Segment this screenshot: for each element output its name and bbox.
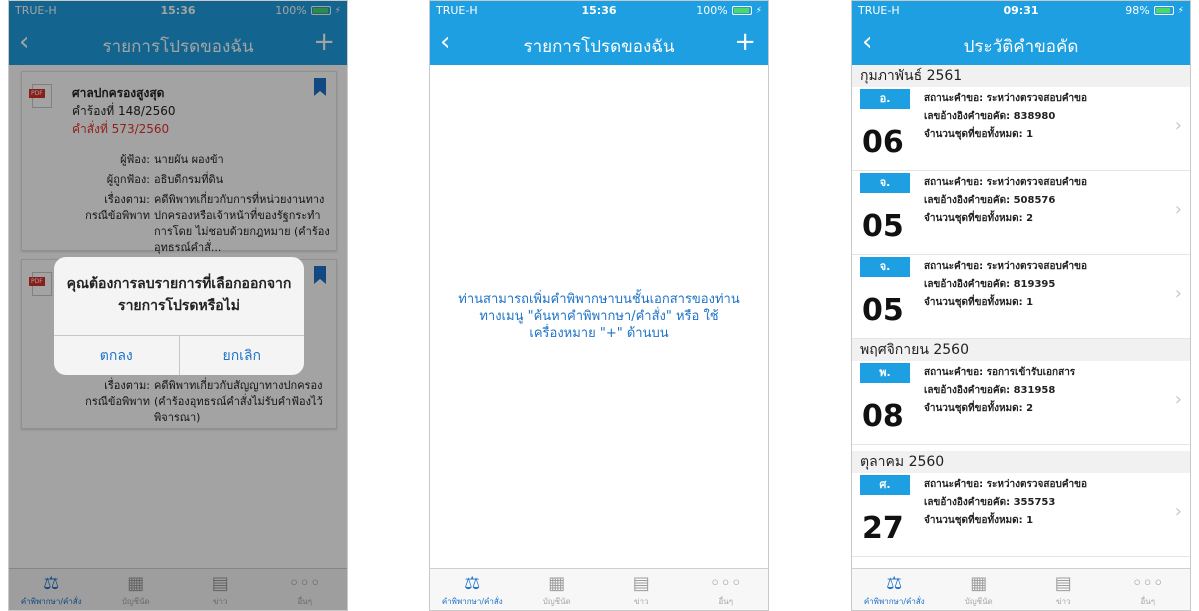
status-bar: TRUE-H 09:31 98% ⚡ [852, 1, 1190, 21]
request-sets: จำนวนชุดที่ขอทั้งหมด: 1 [924, 515, 1034, 526]
request-sets: จำนวนชุดที่ขอทั้งหมด: 1 [924, 129, 1034, 140]
battery-percent: 100% [696, 4, 728, 17]
confirm-delete-dialog: คุณต้องการลบรายการที่เลือกออกจากรายการโป… [54, 257, 304, 375]
gavel-icon: ⚖ [464, 573, 481, 594]
back-button[interactable]: ‹ [862, 27, 872, 57]
request-reference: เลขอ้างอิงคำขอคัด: 355753 [924, 497, 1056, 508]
weekday-badge: จ. [860, 173, 910, 193]
weekday-badge: จ. [860, 257, 910, 277]
chevron-right-icon: › [1174, 283, 1182, 304]
add-button[interactable]: + [734, 27, 756, 57]
status-bar: TRUE-H 15:36 100% ⚡ [430, 1, 768, 21]
weekday-badge: ศ. [860, 475, 910, 495]
back-button[interactable]: ‹ [440, 27, 450, 57]
request-reference: เลขอ้างอิงคำขอคัด: 508576 [924, 195, 1056, 206]
ok-button[interactable]: ตกลง [54, 336, 179, 375]
tab-judgments[interactable]: ⚖ คำพิพากษา/คำสั่ง [430, 569, 515, 610]
tab-more[interactable]: ◦◦◦ อื่นๆ [1106, 569, 1191, 610]
battery-indicator: 98% ⚡ [1125, 4, 1184, 17]
battery-icon [1153, 6, 1174, 15]
battery-percent: 98% [1125, 4, 1150, 17]
more-icon: ◦◦◦ [709, 573, 742, 594]
request-status: สถานะคำขอ: รอการเข้ารับเอกสาร [924, 367, 1076, 378]
month-header: ตุลาคม 2560 [852, 451, 1190, 473]
chevron-right-icon: › [1174, 389, 1182, 410]
tab-more[interactable]: ◦◦◦ อื่นๆ [684, 569, 769, 610]
request-row[interactable]: จ. 05 สถานะคำขอ: ระหว่างตรวจสอบคำขอ เลขอ… [852, 171, 1190, 255]
day-number: 08 [862, 399, 904, 434]
request-reference: เลขอ้างอิงคำขอคัด: 831958 [924, 385, 1056, 396]
request-sets: จำนวนชุดที่ขอทั้งหมด: 2 [924, 403, 1034, 414]
chevron-right-icon: › [1174, 199, 1182, 220]
tab-bar: ⚖ คำพิพากษา/คำสั่ง ▦ บัญชีนัด ▤ ข่าว ◦◦◦ อื่… [852, 568, 1190, 610]
more-icon: ◦◦◦ [1131, 573, 1164, 594]
tab-judgments[interactable]: ⚖ คำพิพากษา/คำสั่ง [852, 569, 937, 610]
tab-calendar[interactable]: ▦ บัญชีนัด [937, 569, 1022, 610]
tab-bar: ⚖ คำพิพากษา/คำสั่ง ▦ บัญชีนัด ▤ ข่าว ◦◦◦ อื่… [430, 568, 768, 610]
empty-favorites: ท่านสามารถเพิ่มคำพิพากษาบนชั้นเอกสารของท… [430, 65, 768, 568]
calendar-icon: ▦ [548, 573, 566, 594]
gavel-icon: ⚖ [886, 573, 903, 594]
phone-request-history: TRUE-H 09:31 98% ⚡ ‹ ประวัติคำขอคัด กุมภ… [851, 0, 1191, 611]
empty-state-message: ท่านสามารถเพิ่มคำพิพากษาบนชั้นเอกสารของท… [458, 292, 740, 341]
battery-indicator: 100% ⚡ [696, 4, 762, 17]
day-number: 05 [862, 209, 904, 244]
tab-calendar[interactable]: ▦ บัญชีนัด [515, 569, 600, 610]
history-list: กุมภาพันธ์ 2561 อ. 06 สถานะคำขอ: ระหว่าง… [852, 65, 1190, 568]
day-number: 06 [862, 125, 904, 160]
day-number: 05 [862, 293, 904, 328]
month-header: กุมภาพันธ์ 2561 [852, 65, 1190, 87]
calendar-icon: ▦ [970, 573, 988, 594]
nav-bar: ‹ รายการโปรดของฉัน + [430, 21, 768, 65]
request-sets: จำนวนชุดที่ขอทั้งหมด: 1 [924, 297, 1034, 308]
weekday-badge: อ. [860, 89, 910, 109]
request-reference: เลขอ้างอิงคำขอคัด: 838980 [924, 111, 1056, 122]
phone-favorites-empty: TRUE-H 15:36 100% ⚡ ‹ รายการโปรดของฉัน +… [429, 0, 769, 611]
request-row[interactable]: พ. 08 สถานะคำขอ: รอการเข้ารับเอกสาร เลขอ… [852, 361, 1190, 445]
dialog-buttons: ตกลง ยกเลิก [54, 335, 304, 375]
news-icon: ▤ [1054, 573, 1072, 594]
day-number: 27 [862, 511, 904, 546]
charging-icon: ⚡ [755, 5, 762, 16]
nav-bar: ‹ ประวัติคำขอคัด [852, 21, 1190, 65]
tab-news[interactable]: ▤ ข่าว [599, 569, 684, 610]
request-row[interactable]: อ. 06 สถานะคำขอ: ระหว่างตรวจสอบคำขอ เลขอ… [852, 87, 1190, 171]
request-reference: เลขอ้างอิงคำขอคัด: 819395 [924, 279, 1056, 290]
battery-icon [731, 6, 752, 15]
phone-favorites-delete-dialog: TRUE-H 15:36 100% ⚡ ‹ รายการโปรดของฉัน +… [8, 0, 348, 611]
charging-icon: ⚡ [1177, 5, 1184, 16]
request-status: สถานะคำขอ: ระหว่างตรวจสอบคำขอ [924, 479, 1087, 490]
tab-news[interactable]: ▤ ข่าว [1021, 569, 1106, 610]
request-status: สถานะคำขอ: ระหว่างตรวจสอบคำขอ [924, 177, 1087, 188]
request-row[interactable]: ศ. 27 สถานะคำขอ: ระหว่างตรวจสอบคำขอ เลขอ… [852, 473, 1190, 557]
page-title: รายการโปรดของฉัน [523, 37, 675, 57]
page-title: ประวัติคำขอคัด [963, 37, 1079, 57]
request-status: สถานะคำขอ: ระหว่างตรวจสอบคำขอ [924, 93, 1087, 104]
cancel-button[interactable]: ยกเลิก [178, 336, 305, 375]
chevron-right-icon: › [1174, 115, 1182, 136]
weekday-badge: พ. [860, 363, 910, 383]
request-status: สถานะคำขอ: ระหว่างตรวจสอบคำขอ [924, 261, 1087, 272]
request-row[interactable]: จ. 05 สถานะคำขอ: ระหว่างตรวจสอบคำขอ เลขอ… [852, 255, 1190, 339]
chevron-right-icon: › [1174, 501, 1182, 522]
request-sets: จำนวนชุดที่ขอทั้งหมด: 2 [924, 213, 1034, 224]
dialog-message: คุณต้องการลบรายการที่เลือกออกจากรายการโป… [66, 276, 292, 314]
month-header: พฤศจิกายน 2560 [852, 339, 1190, 361]
news-icon: ▤ [632, 573, 650, 594]
